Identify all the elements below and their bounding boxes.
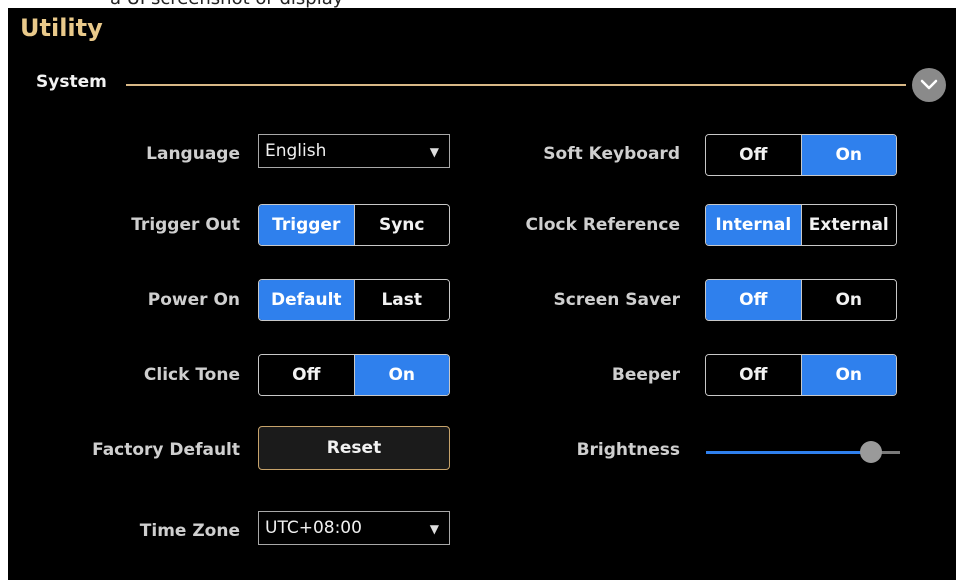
screen-saver-option-on[interactable]: On bbox=[800, 280, 896, 320]
power-on-label: Power On bbox=[147, 290, 240, 310]
language-dropdown[interactable]: English ▼ bbox=[258, 134, 450, 168]
utility-panel: Utility System Language English ▼ Trigge… bbox=[8, 8, 956, 580]
trigger-out-option-sync[interactable]: Sync bbox=[353, 205, 449, 245]
section-label-system: System bbox=[36, 72, 107, 92]
click-tone-toggle: Off On bbox=[258, 354, 450, 396]
factory-default-label: Factory Default bbox=[92, 440, 240, 460]
screen-saver-label: Screen Saver bbox=[553, 290, 681, 310]
time-zone-label: Time Zone bbox=[139, 521, 240, 541]
trigger-out-toggle: Trigger Sync bbox=[258, 204, 450, 246]
time-zone-value: UTC+08:00 bbox=[265, 518, 362, 538]
panel-title: Utility bbox=[20, 14, 103, 42]
power-on-option-default[interactable]: Default bbox=[259, 280, 354, 320]
language-value: English bbox=[265, 141, 327, 161]
click-tone-option-off[interactable]: Off bbox=[259, 355, 354, 395]
time-zone-dropdown[interactable]: UTC+08:00 ▼ bbox=[258, 511, 450, 545]
soft-keyboard-option-off[interactable]: Off bbox=[706, 135, 801, 175]
screen-saver-option-off[interactable]: Off bbox=[706, 280, 801, 320]
reset-button[interactable]: Reset bbox=[258, 426, 450, 470]
beeper-option-off[interactable]: Off bbox=[706, 355, 801, 395]
language-label: Language bbox=[146, 144, 240, 164]
caret-down-icon: ▼ bbox=[429, 522, 439, 536]
trigger-out-option-trigger[interactable]: Trigger bbox=[259, 205, 354, 245]
click-tone-label: Click Tone bbox=[143, 365, 240, 385]
beeper-option-on[interactable]: On bbox=[800, 355, 896, 395]
clock-reference-option-internal[interactable]: Internal bbox=[706, 205, 801, 245]
soft-keyboard-label: Soft Keyboard bbox=[543, 144, 680, 164]
soft-keyboard-option-on[interactable]: On bbox=[800, 135, 896, 175]
brightness-slider-thumb[interactable] bbox=[859, 441, 882, 463]
section-divider bbox=[126, 84, 906, 86]
click-tone-option-on[interactable]: On bbox=[353, 355, 449, 395]
chevron-down-icon bbox=[920, 79, 938, 90]
power-on-option-last[interactable]: Last bbox=[353, 280, 449, 320]
screen-saver-toggle: Off On bbox=[705, 279, 897, 321]
brightness-label: Brightness bbox=[576, 440, 680, 460]
top-strip: a UI screenshot or display bbox=[0, 0, 956, 9]
clock-reference-label: Clock Reference bbox=[525, 215, 680, 235]
clock-reference-option-external[interactable]: External bbox=[800, 205, 896, 245]
clock-reference-toggle: Internal External bbox=[705, 204, 897, 246]
beeper-toggle: Off On bbox=[705, 354, 897, 396]
soft-keyboard-toggle: Off On bbox=[705, 134, 897, 176]
trigger-out-label: Trigger Out bbox=[131, 215, 240, 235]
brightness-slider[interactable] bbox=[706, 441, 900, 463]
brightness-slider-fill bbox=[706, 451, 871, 454]
collapse-button[interactable] bbox=[912, 68, 946, 102]
power-on-toggle: Default Last bbox=[258, 279, 450, 321]
beeper-label: Beeper bbox=[611, 365, 680, 385]
caret-down-icon: ▼ bbox=[429, 145, 439, 159]
